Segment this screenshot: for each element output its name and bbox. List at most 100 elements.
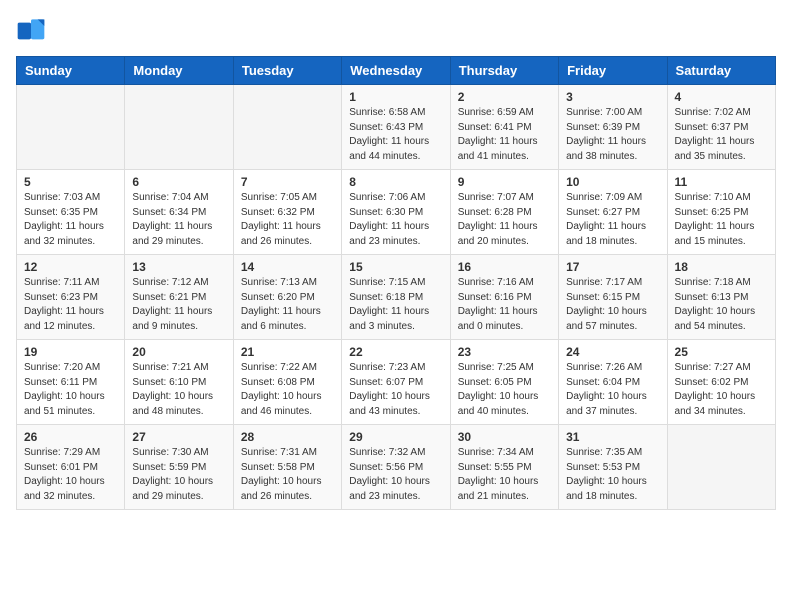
day-info: Sunrise: 7:31 AMSunset: 5:58 PMDaylight:… [241, 446, 334, 504]
day-number: 23 [458, 345, 551, 359]
day-info: Sunrise: 7:05 AMSunset: 6:32 PMDaylight:… [241, 191, 334, 249]
day-number: 13 [132, 260, 225, 274]
calendar-day-cell [667, 425, 775, 510]
calendar-day-cell: 3 Sunrise: 7:00 AMSunset: 6:39 PMDayligh… [559, 85, 667, 170]
calendar-day-cell: 22 Sunrise: 7:23 AMSunset: 6:07 PMDaylig… [342, 340, 450, 425]
calendar-day-cell [17, 85, 125, 170]
day-number: 11 [675, 175, 768, 189]
day-info: Sunrise: 7:29 AMSunset: 6:01 PMDaylight:… [24, 446, 117, 504]
day-number: 20 [132, 345, 225, 359]
day-of-week-header: Wednesday [342, 57, 450, 85]
day-of-week-header: Thursday [450, 57, 558, 85]
calendar-day-cell: 31 Sunrise: 7:35 AMSunset: 5:53 PMDaylig… [559, 425, 667, 510]
calendar-table: SundayMondayTuesdayWednesdayThursdayFrid… [16, 56, 776, 510]
day-info: Sunrise: 6:59 AMSunset: 6:41 PMDaylight:… [458, 106, 551, 164]
calendar-week-row: 1 Sunrise: 6:58 AMSunset: 6:43 PMDayligh… [17, 85, 776, 170]
day-number: 19 [24, 345, 117, 359]
calendar-week-row: 19 Sunrise: 7:20 AMSunset: 6:11 PMDaylig… [17, 340, 776, 425]
day-of-week-header: Friday [559, 57, 667, 85]
day-of-week-header: Monday [125, 57, 233, 85]
day-number: 21 [241, 345, 334, 359]
day-info: Sunrise: 7:10 AMSunset: 6:25 PMDaylight:… [675, 191, 768, 249]
day-number: 17 [566, 260, 659, 274]
calendar-header-row: SundayMondayTuesdayWednesdayThursdayFrid… [17, 57, 776, 85]
day-number: 4 [675, 90, 768, 104]
day-number: 22 [349, 345, 442, 359]
day-info: Sunrise: 7:23 AMSunset: 6:07 PMDaylight:… [349, 361, 442, 419]
day-info: Sunrise: 7:11 AMSunset: 6:23 PMDaylight:… [24, 276, 117, 334]
calendar-day-cell: 4 Sunrise: 7:02 AMSunset: 6:37 PMDayligh… [667, 85, 775, 170]
day-info: Sunrise: 7:35 AMSunset: 5:53 PMDaylight:… [566, 446, 659, 504]
calendar-day-cell: 21 Sunrise: 7:22 AMSunset: 6:08 PMDaylig… [233, 340, 341, 425]
calendar-day-cell: 19 Sunrise: 7:20 AMSunset: 6:11 PMDaylig… [17, 340, 125, 425]
calendar-day-cell: 8 Sunrise: 7:06 AMSunset: 6:30 PMDayligh… [342, 170, 450, 255]
day-number: 5 [24, 175, 117, 189]
calendar-day-cell [233, 85, 341, 170]
day-info: Sunrise: 7:26 AMSunset: 6:04 PMDaylight:… [566, 361, 659, 419]
day-number: 24 [566, 345, 659, 359]
day-info: Sunrise: 7:22 AMSunset: 6:08 PMDaylight:… [241, 361, 334, 419]
calendar-day-cell: 14 Sunrise: 7:13 AMSunset: 6:20 PMDaylig… [233, 255, 341, 340]
day-of-week-header: Saturday [667, 57, 775, 85]
day-info: Sunrise: 6:58 AMSunset: 6:43 PMDaylight:… [349, 106, 442, 164]
day-info: Sunrise: 7:34 AMSunset: 5:55 PMDaylight:… [458, 446, 551, 504]
day-info: Sunrise: 7:03 AMSunset: 6:35 PMDaylight:… [24, 191, 117, 249]
day-info: Sunrise: 7:15 AMSunset: 6:18 PMDaylight:… [349, 276, 442, 334]
day-info: Sunrise: 7:06 AMSunset: 6:30 PMDaylight:… [349, 191, 442, 249]
calendar-day-cell: 25 Sunrise: 7:27 AMSunset: 6:02 PMDaylig… [667, 340, 775, 425]
calendar-day-cell: 16 Sunrise: 7:16 AMSunset: 6:16 PMDaylig… [450, 255, 558, 340]
calendar-day-cell: 17 Sunrise: 7:17 AMSunset: 6:15 PMDaylig… [559, 255, 667, 340]
calendar-day-cell: 10 Sunrise: 7:09 AMSunset: 6:27 PMDaylig… [559, 170, 667, 255]
day-info: Sunrise: 7:32 AMSunset: 5:56 PMDaylight:… [349, 446, 442, 504]
day-number: 18 [675, 260, 768, 274]
day-info: Sunrise: 7:09 AMSunset: 6:27 PMDaylight:… [566, 191, 659, 249]
day-number: 26 [24, 430, 117, 444]
day-number: 28 [241, 430, 334, 444]
calendar-week-row: 12 Sunrise: 7:11 AMSunset: 6:23 PMDaylig… [17, 255, 776, 340]
day-info: Sunrise: 7:00 AMSunset: 6:39 PMDaylight:… [566, 106, 659, 164]
day-info: Sunrise: 7:12 AMSunset: 6:21 PMDaylight:… [132, 276, 225, 334]
calendar-day-cell: 11 Sunrise: 7:10 AMSunset: 6:25 PMDaylig… [667, 170, 775, 255]
day-info: Sunrise: 7:02 AMSunset: 6:37 PMDaylight:… [675, 106, 768, 164]
calendar-week-row: 26 Sunrise: 7:29 AMSunset: 6:01 PMDaylig… [17, 425, 776, 510]
logo [16, 16, 50, 46]
day-info: Sunrise: 7:27 AMSunset: 6:02 PMDaylight:… [675, 361, 768, 419]
day-of-week-header: Sunday [17, 57, 125, 85]
day-info: Sunrise: 7:16 AMSunset: 6:16 PMDaylight:… [458, 276, 551, 334]
day-number: 6 [132, 175, 225, 189]
day-number: 10 [566, 175, 659, 189]
day-number: 30 [458, 430, 551, 444]
day-info: Sunrise: 7:30 AMSunset: 5:59 PMDaylight:… [132, 446, 225, 504]
calendar-day-cell: 23 Sunrise: 7:25 AMSunset: 6:05 PMDaylig… [450, 340, 558, 425]
calendar-day-cell: 1 Sunrise: 6:58 AMSunset: 6:43 PMDayligh… [342, 85, 450, 170]
calendar-day-cell: 26 Sunrise: 7:29 AMSunset: 6:01 PMDaylig… [17, 425, 125, 510]
calendar-day-cell: 28 Sunrise: 7:31 AMSunset: 5:58 PMDaylig… [233, 425, 341, 510]
day-number: 25 [675, 345, 768, 359]
calendar-day-cell: 27 Sunrise: 7:30 AMSunset: 5:59 PMDaylig… [125, 425, 233, 510]
day-number: 16 [458, 260, 551, 274]
calendar-day-cell: 6 Sunrise: 7:04 AMSunset: 6:34 PMDayligh… [125, 170, 233, 255]
logo-icon [16, 16, 46, 46]
day-of-week-header: Tuesday [233, 57, 341, 85]
calendar-day-cell: 12 Sunrise: 7:11 AMSunset: 6:23 PMDaylig… [17, 255, 125, 340]
calendar-day-cell: 5 Sunrise: 7:03 AMSunset: 6:35 PMDayligh… [17, 170, 125, 255]
calendar-day-cell: 30 Sunrise: 7:34 AMSunset: 5:55 PMDaylig… [450, 425, 558, 510]
day-number: 3 [566, 90, 659, 104]
day-number: 9 [458, 175, 551, 189]
calendar-day-cell: 13 Sunrise: 7:12 AMSunset: 6:21 PMDaylig… [125, 255, 233, 340]
calendar-day-cell [125, 85, 233, 170]
day-number: 15 [349, 260, 442, 274]
day-number: 7 [241, 175, 334, 189]
calendar-week-row: 5 Sunrise: 7:03 AMSunset: 6:35 PMDayligh… [17, 170, 776, 255]
day-number: 12 [24, 260, 117, 274]
calendar-day-cell: 24 Sunrise: 7:26 AMSunset: 6:04 PMDaylig… [559, 340, 667, 425]
day-info: Sunrise: 7:13 AMSunset: 6:20 PMDaylight:… [241, 276, 334, 334]
day-info: Sunrise: 7:25 AMSunset: 6:05 PMDaylight:… [458, 361, 551, 419]
calendar-day-cell: 15 Sunrise: 7:15 AMSunset: 6:18 PMDaylig… [342, 255, 450, 340]
calendar-day-cell: 2 Sunrise: 6:59 AMSunset: 6:41 PMDayligh… [450, 85, 558, 170]
day-number: 1 [349, 90, 442, 104]
day-info: Sunrise: 7:04 AMSunset: 6:34 PMDaylight:… [132, 191, 225, 249]
day-info: Sunrise: 7:18 AMSunset: 6:13 PMDaylight:… [675, 276, 768, 334]
calendar-day-cell: 7 Sunrise: 7:05 AMSunset: 6:32 PMDayligh… [233, 170, 341, 255]
page-header [16, 16, 776, 46]
